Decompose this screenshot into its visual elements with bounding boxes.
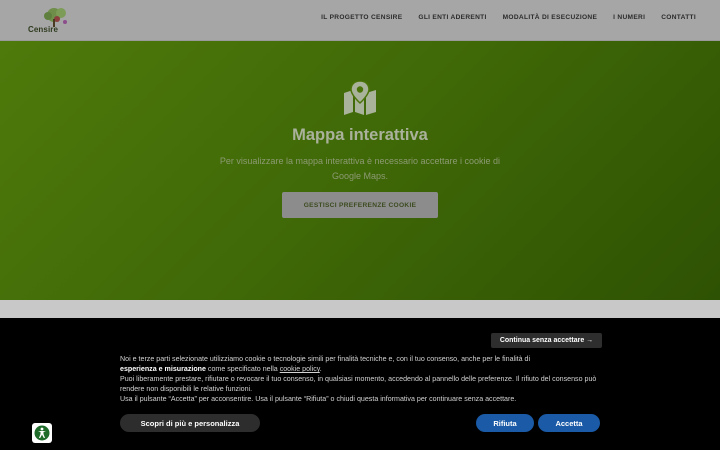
cookie-text-intro: Noi e terze parti selezionate utilizziam… (120, 355, 531, 363)
cookie-text-bold: esperienza e misurazione (120, 365, 206, 373)
reject-button[interactable]: Rifiuta (476, 414, 534, 432)
cookie-text-part2: come specificato nella (205, 365, 280, 373)
nav-item-enti[interactable]: GLI ENTI ADERENTI (418, 14, 486, 21)
cookie-text-consent: Puoi liberamente prestare, rifiutare o r… (120, 375, 597, 393)
cookie-banner-text: Noi e terze parti selezionate utilizziam… (120, 354, 600, 404)
logo-text: Censire (28, 25, 59, 34)
site-header: Censire IL PROGETTO CENSIRE GLI ENTI ADE… (0, 0, 720, 41)
main-nav: IL PROGETTO CENSIRE GLI ENTI ADERENTI MO… (321, 14, 696, 21)
map-placeholder-section: Mappa interattiva Per visualizzare la ma… (0, 41, 720, 300)
continue-without-accepting-button[interactable]: Continua senza accettare → (491, 333, 602, 348)
accessibility-icon (34, 425, 50, 441)
nav-item-numeri[interactable]: I NUMERI (613, 14, 645, 21)
accessibility-button[interactable] (32, 423, 52, 443)
learn-more-customize-button[interactable]: Scopri di più e personalizza (120, 414, 260, 432)
cookie-policy-link[interactable]: cookie policy (280, 365, 320, 373)
cookie-text-part3: . (319, 365, 322, 373)
map-title: Mappa interattiva (292, 126, 428, 144)
nav-item-modalita[interactable]: MODALITÀ DI ESECUZIONE (503, 14, 598, 21)
map-marker-icon (344, 81, 376, 115)
accept-button[interactable]: Accetta (538, 414, 600, 432)
manage-cookie-preferences-button[interactable]: GESTISCI PREFERENZE COOKIE (282, 192, 438, 218)
nav-item-contatti[interactable]: CONTATTI (661, 14, 696, 21)
section-divider (0, 300, 720, 318)
map-description: Per visualizzare la mappa interattiva è … (219, 156, 501, 181)
censire-logo[interactable]: Censire (28, 6, 74, 36)
cookie-text-buttons: Usa il pulsante “Accetta” per acconsenti… (120, 395, 517, 403)
nav-item-progetto[interactable]: IL PROGETTO CENSIRE (321, 14, 402, 21)
